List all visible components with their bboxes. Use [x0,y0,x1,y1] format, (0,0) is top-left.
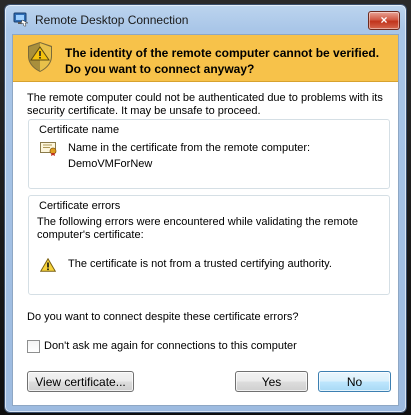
certificate-icon [40,142,58,156]
warning-banner: The identity of the remote computer cann… [13,35,398,82]
group-title: Certificate errors [37,200,123,212]
certificate-label: Name in the certificate from the remote … [68,142,311,154]
dialog-content: The identity of the remote computer cann… [12,34,399,406]
banner-message: The identity of the remote computer cann… [65,46,380,76]
yes-button[interactable]: Yes [235,371,308,392]
certificate-value: DemoVMForNew [68,158,153,170]
view-certificate-button[interactable]: View certificate... [27,371,134,392]
close-icon: × [380,13,388,27]
certificate-errors-group: Certificate errors The following errors … [28,195,390,295]
remote-desktop-icon [13,11,29,27]
no-button[interactable]: No [318,371,391,392]
certificate-name-group: Certificate name Name in the certificate… [28,119,390,189]
dialog-window: Remote Desktop Connection × The identity… [4,4,407,413]
warning-icon [39,257,57,272]
checkbox-box[interactable] [27,340,40,353]
title-bar[interactable]: Remote Desktop Connection × [5,5,406,33]
errors-intro: The following errors were encountered wh… [37,216,359,241]
connect-question: Do you want to connect despite these cer… [27,311,299,323]
group-title: Certificate name [37,124,122,136]
error-item: The certificate is not from a trusted ce… [68,258,332,270]
intro-text: The remote computer could not be authent… [27,92,383,117]
window-title: Remote Desktop Connection [35,13,189,27]
shield-warning-icon [26,41,54,73]
checkbox-label[interactable]: Don't ask me again for connections to th… [44,340,297,352]
close-button[interactable]: × [368,11,400,30]
